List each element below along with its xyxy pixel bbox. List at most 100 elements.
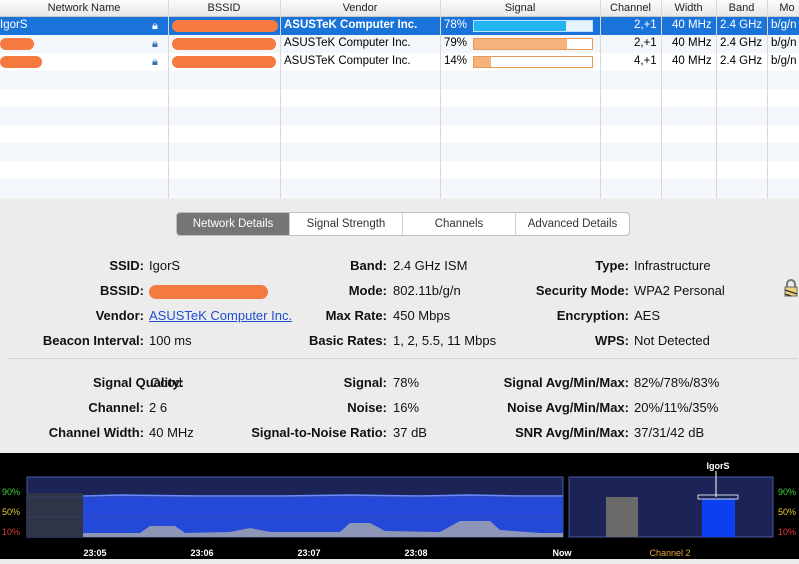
vendor-cell: ASUSTeK Computer Inc. (284, 19, 418, 31)
network-table: Network Name BSSID Vendor Signal Channel… (0, 0, 799, 198)
tab-bar: Network Details Signal Strength Channels… (176, 212, 630, 236)
signal-bar (473, 56, 593, 68)
vendor-cell: ASUSTeK Computer Inc. (284, 37, 411, 49)
column-divider (440, 0, 441, 198)
lock-icon: 🔒︎ (152, 56, 158, 68)
column-divider (168, 0, 169, 198)
basic-rates-label: Basic Rates: (308, 333, 387, 348)
maxrate-label: Max Rate: (325, 308, 387, 323)
empty-row (0, 71, 799, 89)
time-label: 23:08 (404, 548, 427, 558)
band-value: 2.4 GHz ISM (393, 258, 468, 273)
level-label: 10% (778, 527, 796, 537)
mode-label: Mode: (348, 283, 387, 298)
redacted-name (0, 56, 42, 68)
table-header: Network Name BSSID Vendor Signal Channel… (0, 0, 799, 17)
signal-bar-fill (474, 21, 567, 31)
signal-cell: 79% (444, 37, 468, 49)
empty-row (0, 89, 799, 107)
beacon-label: Beacon Interval: (42, 333, 144, 348)
column-divider (600, 0, 601, 198)
table-row[interactable]: IgorS 🔒︎ ASUSTeK Computer Inc. 78% 2,+1 … (0, 17, 799, 35)
security-value: WPA2 Personal (634, 283, 725, 298)
band-cell: 2.4 GHz (720, 55, 763, 67)
tab-signal-strength[interactable]: Signal Strength (290, 213, 403, 235)
width-cell: 40 MHz (672, 19, 712, 31)
tab-channels[interactable]: Channels (403, 213, 516, 235)
table-row[interactable]: 🔒︎ ASUSTeK Computer Inc. 14% 4,+1 40 MHz… (0, 53, 799, 71)
time-label: 23:07 (297, 548, 320, 558)
channel-cell: 2,+1 (634, 37, 657, 49)
col-bssid[interactable]: BSSID (168, 2, 280, 14)
lock-icon: 🔒︎ (152, 20, 158, 32)
history-gap (27, 493, 83, 537)
vendor-link[interactable]: ASUSTeK Computer Inc. (149, 308, 292, 323)
noise-avg-value: 20%/11%/35% (634, 400, 719, 415)
col-network-name[interactable]: Network Name (0, 2, 168, 14)
snr-label: Signal-to-Noise Ratio: (251, 425, 387, 440)
col-channel[interactable]: Channel (600, 2, 661, 14)
mode-value: 802.11b/g/n (393, 283, 461, 298)
channel-value: 2 6 (149, 400, 168, 415)
level-label: 10% (2, 527, 20, 537)
width-cell: 40 MHz (672, 55, 712, 67)
col-vendor[interactable]: Vendor (280, 2, 440, 14)
level-label: 50% (778, 507, 796, 517)
mode-cell: b/g/n (771, 19, 797, 31)
redacted-bssid (172, 38, 276, 50)
tab-network-details[interactable]: Network Details (177, 213, 290, 235)
signal-avg-value: 82%/78%/83% (634, 375, 720, 390)
time-label: 23:05 (83, 548, 106, 558)
empty-row (0, 179, 799, 197)
band-cell: 2.4 GHz (720, 37, 763, 49)
column-divider (280, 0, 281, 198)
maxrate-value: 450 Mbps (393, 308, 451, 323)
empty-row (0, 125, 799, 143)
column-divider (661, 0, 662, 198)
band-cell: 2.4 GHz (720, 19, 763, 31)
noise-avg-label: Noise Avg/Min/Max: (507, 400, 629, 415)
snr-avg-label: SNR Avg/Min/Max: (515, 425, 629, 440)
tab-advanced-details[interactable]: Advanced Details (516, 213, 629, 235)
encryption-label: Encryption: (556, 308, 629, 323)
col-band[interactable]: Band (716, 2, 767, 14)
level-label: 90% (2, 487, 20, 497)
channel-axis-label: Channel 2 (649, 548, 690, 558)
type-value: Infrastructure (634, 258, 711, 273)
section-divider (8, 358, 798, 359)
type-label: Type: (595, 258, 629, 273)
signal-line (82, 494, 563, 497)
channel-plot-area (568, 476, 774, 538)
column-divider (716, 0, 717, 198)
snr-avg-value: 37/31/42 dB (634, 425, 705, 440)
channel-label: Channel: (88, 400, 144, 415)
column-divider (767, 0, 768, 198)
channel-cell: 4,+1 (634, 55, 657, 67)
redacted-bssid (172, 56, 276, 68)
encryption-value: AES (634, 308, 661, 323)
width-cell: 40 MHz (672, 37, 712, 49)
col-width[interactable]: Width (661, 2, 716, 14)
signal-bar-fill (474, 57, 491, 67)
signal-quality-value: Good (150, 375, 182, 390)
empty-row (0, 107, 799, 125)
redacted-bssid (149, 285, 268, 299)
signal-bar (473, 20, 593, 32)
beacon-value: 100 ms (149, 333, 192, 348)
lock-icon (784, 279, 798, 297)
signal-value: 78% (393, 375, 420, 390)
signal-bar-fill (474, 39, 568, 49)
table-row[interactable]: 🔒︎ ASUSTeK Computer Inc. 79% 2,+1 40 MHz… (0, 35, 799, 53)
col-mode[interactable]: Mo (767, 2, 799, 14)
wps-label: WPS: (595, 333, 629, 348)
redacted-name (0, 38, 34, 50)
wps-value: Not Detected (634, 333, 710, 348)
channel-width-label: Channel Width: (48, 425, 144, 440)
signal-label: Signal: (343, 375, 387, 390)
col-signal[interactable]: Signal (440, 2, 600, 14)
snr-value: 37 dB (393, 425, 427, 440)
channel-cell: 2,+1 (634, 19, 657, 31)
other-network-bar (606, 497, 638, 537)
network-name: IgorS (0, 19, 28, 31)
vendor-label: Vendor: (95, 308, 144, 323)
